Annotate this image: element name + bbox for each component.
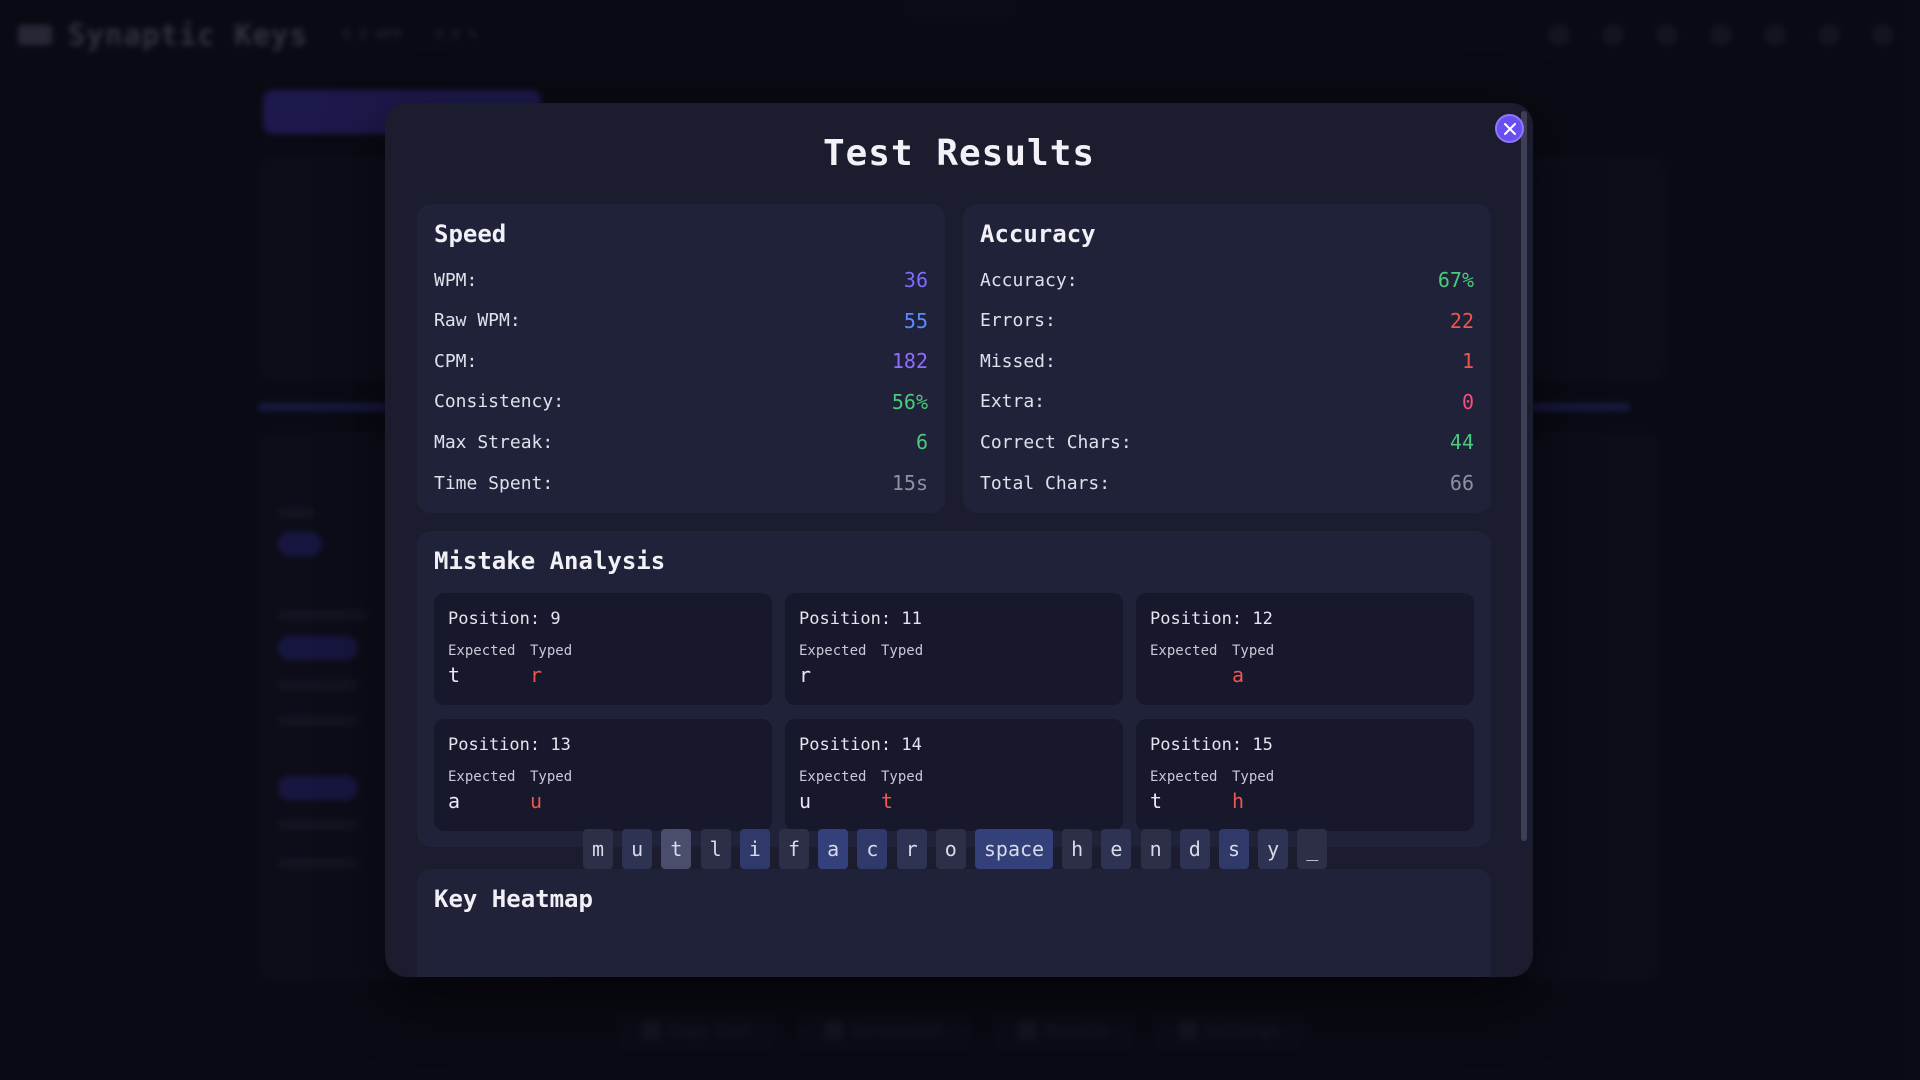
mistake-item: Position: 13 Expected Typed a u (434, 719, 772, 831)
heatmap-key: _ (1297, 829, 1328, 869)
heatmap-key: a (818, 829, 849, 869)
expected-label: Expected (1150, 769, 1218, 785)
heatmap-key: e (1101, 829, 1132, 869)
speed-stat-label: Consistency: (434, 391, 565, 413)
expected-label: Expected (1150, 643, 1218, 659)
typed-label: Typed (530, 769, 573, 785)
accuracy-stat-row: Missed: 1 (980, 346, 1474, 376)
accuracy-stat-row: Accuracy: 67% (980, 265, 1474, 295)
speed-stat-value: 182 (891, 349, 928, 374)
speed-stat-value: 15s (891, 471, 928, 495)
expected-char: r (799, 663, 812, 687)
typed-label: Typed (881, 643, 924, 659)
accuracy-stat-value: 1 (1461, 349, 1474, 374)
accuracy-stat-value: 0 (1461, 389, 1474, 414)
heatmap-key: n (1140, 829, 1171, 869)
accuracy-stat-row: Errors: 22 (980, 306, 1474, 336)
speed-stat-row: Raw WPM: 55 (434, 306, 928, 336)
mistake-position: Position: 15 (1150, 735, 1273, 755)
heatmap-key: c (857, 829, 888, 869)
speed-stat-value: 56% (891, 389, 928, 414)
typed-char: r (530, 663, 543, 687)
speed-stat-row: CPM: 182 (434, 346, 928, 376)
mistake-analysis-card: Mistake Analysis Position: 9 Expected Type… (417, 531, 1491, 847)
speed-stat-value: 36 (903, 268, 928, 292)
heatmap-key: d (1179, 829, 1210, 869)
heatmap-key: s (1219, 829, 1249, 869)
mistake-analysis-title: Mistake Analysis (434, 547, 666, 575)
accuracy-stat-row: Correct Chars: 44 (980, 427, 1474, 457)
accuracy-stat-label: Total Chars: (980, 472, 1111, 494)
typed-char: a (1232, 663, 1245, 687)
heatmap-key: l (700, 829, 731, 869)
expected-label: Expected (799, 769, 867, 785)
typed-label: Typed (530, 643, 573, 659)
accuracy-stat-label: Accuracy: (980, 269, 1078, 291)
mistake-position: Position: 14 (799, 735, 922, 755)
accuracy-stat-label: Errors: (980, 310, 1056, 332)
speed-stat-row: WPM: 36 (434, 265, 928, 295)
test-results-modal: Test Results Speed WPM: 36 Raw WPM: 55 CPM: 1… (385, 103, 1533, 977)
speed-stat-row: Max Streak: 6 (434, 427, 928, 457)
heatmap-key: y (1258, 829, 1289, 869)
expected-label: Expected (448, 643, 516, 659)
mistake-position: Position: 9 (448, 609, 561, 629)
heatmap-key: t (661, 829, 692, 869)
speed-stat-row: Consistency: 56% (434, 387, 928, 417)
speed-stat-row: Time Spent: 15s (434, 468, 928, 498)
typed-label: Typed (1232, 643, 1275, 659)
modal-scrollbar[interactable] (1521, 111, 1527, 841)
mistake-item: Position: 15 Expected Typed t h (1136, 719, 1474, 831)
speed-stat-label: Time Spent: (434, 472, 554, 494)
accuracy-stat-value: 67% (1437, 268, 1474, 292)
heatmap-key: space (975, 829, 1053, 869)
typed-label: Typed (881, 769, 924, 785)
speed-stat-label: CPM: (434, 350, 478, 372)
speed-stat-label: Raw WPM: (434, 310, 521, 332)
mistake-position: Position: 12 (1150, 609, 1273, 629)
modal-title: Test Results (822, 133, 1096, 174)
speed-stat-value: 6 (915, 430, 928, 455)
mistake-item: Position: 12 Expected Typed a (1136, 593, 1474, 705)
speed-stat-value: 55 (903, 308, 928, 333)
expected-char: u (799, 789, 812, 813)
accuracy-stat-value: 22 (1449, 308, 1474, 333)
heatmap-key: h (1062, 829, 1093, 869)
expected-char: t (1150, 789, 1163, 813)
mistake-position: Position: 11 (799, 609, 922, 629)
typed-label: Typed (1232, 769, 1275, 785)
mistake-position: Position: 13 (448, 735, 571, 755)
expected-label: Expected (799, 643, 867, 659)
accuracy-stat-row: Total Chars: 66 (980, 468, 1474, 498)
key-heatmap-card: Key Heatmap (417, 869, 1491, 977)
accuracy-stat-value: 66 (1449, 471, 1474, 495)
accuracy-stat-value: 44 (1449, 430, 1474, 455)
accuracy-stat-label: Extra: (980, 391, 1046, 413)
key-heatmap-title: Key Heatmap (434, 885, 593, 913)
typed-char: u (530, 789, 543, 813)
typed-char: h (1232, 789, 1245, 813)
heatmap-key: o (935, 829, 966, 869)
accuracy-card: Accuracy Accuracy: 67% Errors: 22 Missed: 1 Ex… (963, 204, 1491, 513)
speed-title: Speed (434, 220, 507, 248)
speed-card: Speed WPM: 36 Raw WPM: 55 CPM: 182 Consistency… (417, 204, 945, 513)
heatmap-key: m (583, 829, 613, 869)
accuracy-title: Accuracy (980, 220, 1096, 248)
heatmap-key: r (896, 829, 927, 869)
mistake-item: Position: 9 Expected Typed t r (434, 593, 772, 705)
typed-char: t (881, 789, 894, 813)
mistake-item: Position: 11 Expected Typed r (785, 593, 1123, 705)
heatmap-key: f (779, 829, 809, 869)
mistake-item: Position: 14 Expected Typed u t (785, 719, 1123, 831)
heatmap-key: i (739, 829, 770, 869)
accuracy-stat-row: Extra: 0 (980, 387, 1474, 417)
expected-char: a (448, 789, 461, 813)
expected-label: Expected (448, 769, 516, 785)
expected-char: t (448, 663, 461, 687)
heatmap-key: u (622, 829, 653, 869)
speed-stat-label: Max Streak: (434, 431, 554, 453)
accuracy-stat-label: Missed: (980, 350, 1056, 372)
speed-stat-label: WPM: (434, 269, 478, 291)
accuracy-stat-label: Correct Chars: (980, 431, 1132, 453)
